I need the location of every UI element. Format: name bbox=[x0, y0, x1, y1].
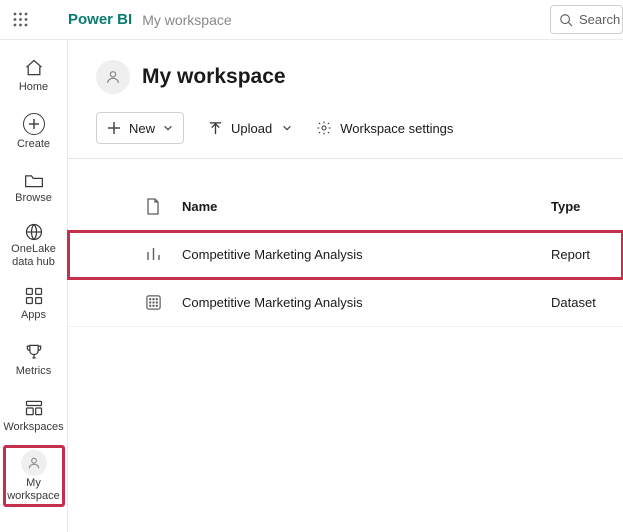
rail-browse-label: Browse bbox=[15, 192, 52, 204]
report-icon bbox=[145, 246, 162, 263]
table-header: Name Type bbox=[68, 183, 623, 231]
globe-icon bbox=[24, 222, 44, 242]
upload-button-label: Upload bbox=[231, 121, 272, 136]
column-type[interactable]: Type bbox=[551, 199, 623, 214]
person-circle-icon bbox=[21, 450, 47, 476]
trophy-icon bbox=[24, 342, 44, 362]
workspaces-icon bbox=[24, 398, 44, 418]
home-icon bbox=[24, 58, 44, 78]
new-button-label: New bbox=[129, 121, 155, 136]
search-icon bbox=[559, 13, 573, 27]
table-row[interactable]: Competitive Marketing Analysis Report bbox=[68, 231, 623, 279]
folder-icon bbox=[24, 171, 44, 189]
gear-icon bbox=[316, 120, 332, 136]
dataset-icon bbox=[145, 294, 162, 311]
rail-create-label: Create bbox=[17, 138, 50, 150]
page-title: My workspace bbox=[142, 65, 286, 89]
apps-icon bbox=[24, 286, 44, 306]
item-name: Competitive Marketing Analysis bbox=[182, 295, 551, 310]
column-name[interactable]: Name bbox=[182, 199, 551, 214]
search-input[interactable]: Search bbox=[550, 5, 623, 34]
rail-create[interactable]: Create bbox=[4, 106, 64, 156]
upload-button[interactable]: Upload bbox=[208, 121, 292, 136]
new-button[interactable]: New bbox=[96, 112, 184, 144]
toolbar: New Upload Workspace settings bbox=[68, 102, 623, 159]
rail-myws-label2: workspace bbox=[7, 490, 60, 502]
left-rail: Home Create Browse OneLake data hub Apps bbox=[0, 40, 68, 532]
file-icon bbox=[146, 198, 160, 215]
rail-workspaces[interactable]: Workspaces bbox=[4, 390, 64, 440]
upload-icon bbox=[208, 121, 223, 136]
rail-metrics[interactable]: Metrics bbox=[4, 334, 64, 384]
rail-apps[interactable]: Apps bbox=[4, 278, 64, 328]
rail-home-label: Home bbox=[19, 81, 48, 93]
table-row[interactable]: Competitive Marketing Analysis Dataset bbox=[68, 279, 623, 327]
search-placeholder: Search bbox=[579, 12, 620, 27]
item-name: Competitive Marketing Analysis bbox=[182, 247, 551, 262]
app-launcher-button[interactable] bbox=[0, 12, 40, 27]
rail-workspaces-label: Workspaces bbox=[3, 421, 63, 433]
workspace-settings-label: Workspace settings bbox=[340, 121, 453, 136]
chevron-down-icon bbox=[163, 123, 173, 133]
rail-myws-label1: My bbox=[26, 477, 41, 489]
breadcrumb[interactable]: My workspace bbox=[142, 11, 231, 28]
rail-home[interactable]: Home bbox=[4, 50, 64, 100]
chevron-down-icon bbox=[282, 123, 292, 133]
item-type: Dataset bbox=[551, 295, 623, 310]
rail-datahub-label2: data hub bbox=[12, 256, 55, 268]
rail-metrics-label: Metrics bbox=[16, 365, 51, 377]
rail-onelake-datahub[interactable]: OneLake data hub bbox=[4, 218, 64, 272]
workspace-avatar-icon bbox=[96, 60, 130, 94]
brand-title: Power BI bbox=[68, 11, 132, 28]
rail-apps-label: Apps bbox=[21, 309, 46, 321]
rail-datahub-label1: OneLake bbox=[11, 243, 56, 255]
workspace-settings-button[interactable]: Workspace settings bbox=[316, 120, 453, 136]
rail-browse[interactable]: Browse bbox=[4, 162, 64, 212]
item-type: Report bbox=[551, 247, 623, 262]
plus-icon bbox=[107, 121, 121, 135]
rail-my-workspace[interactable]: My workspace bbox=[4, 446, 64, 506]
plus-circle-icon bbox=[23, 113, 45, 135]
